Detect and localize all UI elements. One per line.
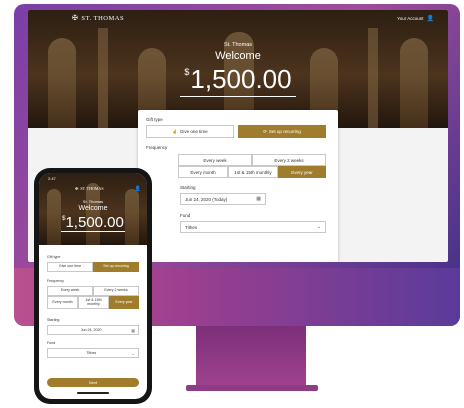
user-icon: 👤: [426, 16, 434, 22]
mobile-gift-type-label: Gift type: [47, 255, 61, 259]
set-up-recurring-button[interactable]: ⟳ Set up recurring: [238, 125, 326, 138]
status-time: 2:47: [48, 176, 56, 181]
mobile-freq-every-month-button[interactable]: Every month: [47, 296, 78, 309]
amount-value: 1,500.00: [190, 64, 292, 94]
imac-stand: [196, 326, 306, 388]
gift-type-label: Gift type: [146, 117, 163, 122]
next-button[interactable]: Next: [47, 378, 139, 387]
mobile-freq-every-week-button[interactable]: Every week: [47, 286, 93, 296]
mobile-frequency-label: Frequency: [47, 279, 64, 283]
mobile-church-name: St. Thomas: [82, 199, 104, 204]
frequency-label: Frequency: [146, 145, 168, 150]
brand-logo[interactable]: ✠ ST. THOMAS: [72, 14, 124, 22]
mobile-fund-select[interactable]: Tithes ⌄: [47, 348, 139, 358]
mobile-user-icon[interactable]: 👤: [135, 186, 141, 192]
cross-icon: ✠: [75, 186, 79, 191]
fund-select[interactable]: Tithes ⌄: [180, 221, 326, 233]
mobile-fund-label: Fund: [47, 341, 56, 345]
mobile-set-up-recurring-button[interactable]: Set up recurring: [93, 262, 139, 272]
church-name: St. Thomas: [223, 42, 253, 48]
chevron-down-icon: ⌄: [131, 350, 135, 356]
mobile-freq-1st-15th-button[interactable]: 1st & 15th monthly: [78, 296, 109, 309]
account-link[interactable]: Your Account 👤: [397, 15, 434, 22]
home-indicator: [77, 392, 109, 394]
freq-every-month-button[interactable]: Every month: [178, 166, 228, 178]
freq-every-week-button[interactable]: Every week: [178, 154, 252, 166]
imac-foot: [186, 385, 318, 391]
calendar-icon: ▦: [131, 327, 135, 333]
amount-underline: [180, 96, 296, 97]
fund-label: Fund: [180, 213, 191, 218]
freq-every-year-button[interactable]: Every year: [278, 166, 326, 178]
starting-date-field[interactable]: Jun 24, 2020 (Today) ▦: [180, 193, 266, 205]
welcome-heading: Welcome: [215, 50, 261, 62]
mobile-give-one-time-button[interactable]: Give one time: [47, 262, 93, 272]
mobile-amount-input[interactable]: $1,500.00: [39, 214, 147, 231]
starting-label: Starting: [180, 185, 196, 190]
gift-form-card: Gift type ☝ Give one time ⟳ Set up recur…: [138, 110, 338, 262]
amount-input[interactable]: $1,500.00: [178, 64, 298, 95]
mobile-welcome-heading: Welcome: [78, 205, 108, 212]
hand-icon: ☝: [172, 128, 178, 134]
freq-1st-15th-button[interactable]: 1st & 15th monthly: [228, 166, 278, 178]
mobile-freq-every-year-button[interactable]: Every year: [109, 296, 139, 309]
mobile-freq-every-2-weeks-button[interactable]: Every 2 weeks: [93, 286, 139, 296]
mobile-screen: 2:47 ✠ ST. THOMAS 👤 St. Thomas Welcome $…: [39, 173, 147, 399]
give-one-time-button[interactable]: ☝ Give one time: [146, 125, 234, 138]
cross-icon: ✠: [72, 14, 79, 22]
mobile-starting-label: Starting: [47, 318, 60, 322]
freq-every-2-weeks-button[interactable]: Every 2 weeks: [252, 154, 326, 166]
mobile-amount-underline: [61, 231, 125, 232]
brand-name: ST. THOMAS: [81, 14, 125, 22]
chevron-down-icon: ⌄: [316, 224, 321, 230]
repeat-icon: ⟳: [263, 128, 267, 134]
mobile-brand-logo[interactable]: ✠ ST. THOMAS: [75, 186, 104, 191]
mobile-starting-date-field[interactable]: Jun 24, 2020 ▦: [47, 325, 139, 335]
currency-symbol: $: [184, 67, 190, 77]
top-bar: ✠ ST. THOMAS Your Account 👤: [28, 10, 448, 28]
calendar-icon: ▦: [256, 196, 261, 202]
account-label: Your Account: [397, 16, 424, 21]
